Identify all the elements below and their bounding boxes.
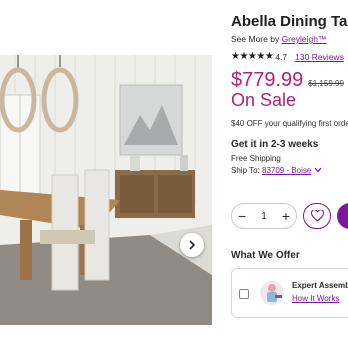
product-title: Abella Dining Ta [231, 13, 348, 30]
reviews-link[interactable]: 130 Reviews [295, 52, 344, 62]
delivery-heading: Get it in 2-3 weeks [231, 139, 319, 150]
ship-to-location-link[interactable]: 83709 - Boise [262, 166, 311, 175]
ship-to-label: Ship To: [231, 166, 262, 175]
assembly-icon [260, 281, 284, 305]
how-it-works-link[interactable]: How It Works [292, 294, 339, 303]
chevron-down-icon [314, 167, 322, 173]
star-rating-icon: ★★★★★ [231, 51, 274, 62]
see-more-brand: See More by Greyleigh™ [231, 34, 326, 44]
price-row: $779.99 $1,159.99 33 [231, 69, 348, 92]
assembly-offer-card: Expert Assembl How It Works [231, 268, 348, 318]
what-we-offer-heading: What We Offer [231, 250, 300, 261]
first-order-offer: $40 OFF your qualifying first orde [231, 119, 348, 128]
current-price: $779.99 [231, 69, 304, 91]
dining-room-photo [0, 55, 212, 325]
original-price: $1,159.99 [308, 79, 344, 88]
shipping-info: Free Shipping [231, 154, 281, 163]
quantity-stepper[interactable]: − 1 + [231, 203, 297, 229]
add-to-cart-button[interactable] [337, 203, 348, 229]
next-image-button[interactable] [180, 233, 204, 257]
heart-icon [310, 210, 324, 222]
rating-row[interactable]: ★★★★★ 4.7 130 Reviews [231, 51, 344, 62]
chevron-right-icon [189, 240, 196, 250]
sale-label: On Sale [231, 90, 297, 110]
quantity-value[interactable]: 1 [261, 211, 267, 222]
assembly-checkbox[interactable] [239, 289, 249, 299]
decrease-quantity-button[interactable]: − [238, 208, 246, 224]
ship-to[interactable]: Ship To: 83709 - Boise [231, 166, 322, 175]
rating-value: 4.7 [275, 51, 288, 62]
favorite-button[interactable] [303, 203, 331, 229]
product-image[interactable] [0, 55, 212, 325]
product-info-panel: Abella Dining Ta See More by Greyleigh™ … [231, 0, 348, 348]
increase-quantity-button[interactable]: + [282, 208, 290, 224]
assembly-title: Expert Assembl [292, 281, 348, 290]
see-more-label: See More by [231, 34, 282, 44]
brand-link[interactable]: Greyleigh™ [282, 34, 327, 44]
